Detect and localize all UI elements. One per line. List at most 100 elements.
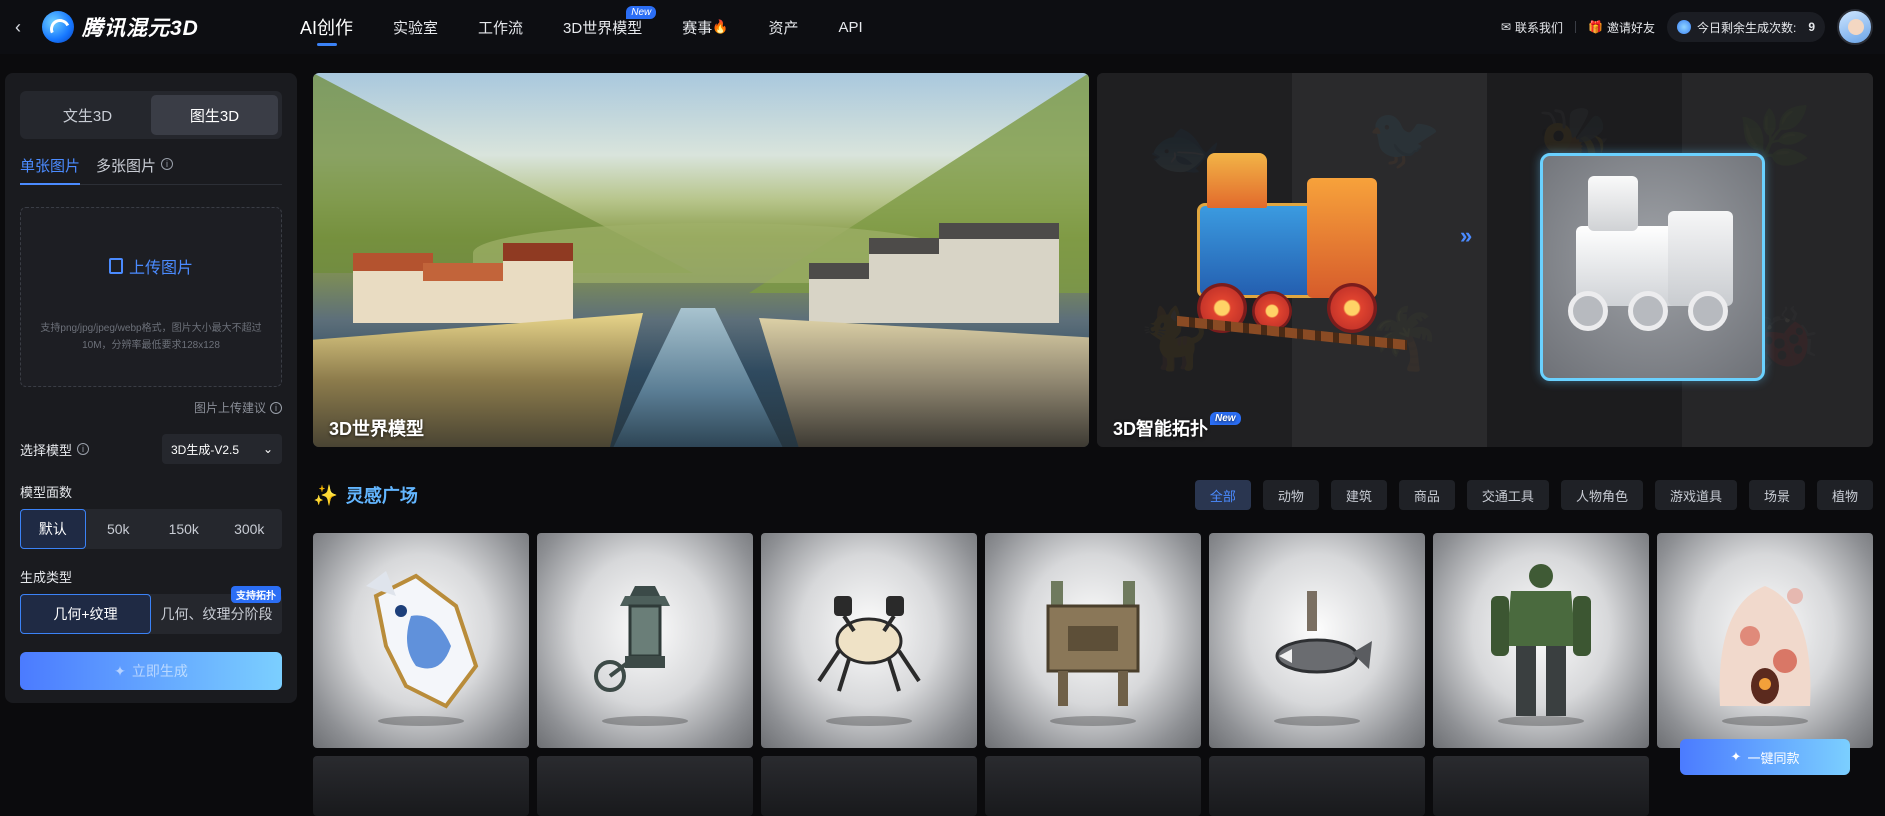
gallery-card-shell-house[interactable] <box>1657 533 1873 748</box>
faces-option-50k[interactable]: 50k <box>86 509 152 549</box>
gallery-card-bronze-ding[interactable] <box>985 533 1201 748</box>
gray-train-model <box>1558 176 1748 356</box>
gallery-card[interactable] <box>985 756 1201 816</box>
nav-item-assets[interactable]: 资产 <box>768 0 798 54</box>
banner-title-text: 3D智能拓扑 <box>1113 419 1209 439</box>
credits-label: 今日剩余生成次数: <box>1696 20 1797 35</box>
image-upload-dropzone[interactable]: 上传图片 支持png/jpg/jpeg/webp格式，图片大小最大不超过10M，… <box>20 207 282 387</box>
sparkle-icon: ✦ <box>114 662 126 679</box>
gift-icon: 🎁 <box>1588 20 1603 34</box>
nav-item-ai-create[interactable]: AI创作 <box>300 0 353 54</box>
banner-3d-smart-topology[interactable]: 🐟 🐦 🐝 🌿 🐈 🌴 🐞 » 3D智能拓扑New <box>1097 73 1873 447</box>
filter-vehicles[interactable]: 交通工具 <box>1466 480 1549 510</box>
filter-plants[interactable]: 植物 <box>1816 480 1873 510</box>
one-click-label: 一键同款 <box>1747 750 1800 766</box>
double-chevron-right-icon: » <box>1460 223 1473 248</box>
generate-button[interactable]: ✦ 立即生成 <box>20 652 282 690</box>
nav-label: 实验室 <box>393 19 439 37</box>
nav-item-api[interactable]: API <box>838 0 862 54</box>
tab-text-to-3d[interactable]: 文生3D <box>24 95 151 135</box>
main-nav: AI创作 实验室 工作流 3D世界模型 New 赛事 🔥 资产 API <box>300 0 903 54</box>
porcelain-horse-model <box>366 570 479 709</box>
top-bar: ‹ 腾讯混元3D AI创作 实验室 工作流 3D世界模型 New 赛事 🔥 资产 A… <box>0 0 1885 54</box>
mail-icon: ✉ <box>1500 20 1511 34</box>
model-value: 3D生成-V2.5 <box>171 442 240 457</box>
filter-animals[interactable]: 动物 <box>1262 480 1319 510</box>
inspiration-title: 灵感广场 <box>345 486 418 506</box>
banner-title: 3D智能拓扑New <box>1113 412 1241 441</box>
gallery-card[interactable] <box>1209 756 1425 816</box>
gallery-card[interactable] <box>313 756 529 816</box>
model-select[interactable]: 3D生成-V2.5 ⌄ <box>162 434 282 464</box>
nav-item-lab[interactable]: 实验室 <box>393 0 438 54</box>
logo-icon <box>42 11 74 43</box>
one-click-same-style-button[interactable]: ✦ 一键同款 <box>1680 739 1850 775</box>
nav-label: 赛事 <box>682 19 713 37</box>
faces-option-150k[interactable]: 150k <box>151 509 217 549</box>
gallery-card-lantern-cart[interactable] <box>537 533 753 748</box>
faces-options: 默认 50k 150k 300k <box>20 509 282 549</box>
gallery-card[interactable] <box>761 756 977 816</box>
inspiration-header: ✨ 灵感广场 全部 动物 建筑 商品 交通工具 人物角色 游戏道具 场景 植物 <box>313 478 1873 512</box>
gallery-card-mech-fish[interactable] <box>1209 533 1425 748</box>
faces-option-300k[interactable]: 300k <box>217 509 283 549</box>
filter-all[interactable]: 全部 <box>1194 480 1251 510</box>
logo-text: 腾讯混元3D <box>82 17 199 40</box>
upload-tips-link[interactable]: 图片上传建议 i <box>20 399 282 416</box>
gen-type-geometry-texture[interactable]: 几何+纹理 <box>20 594 151 634</box>
tab-single-image[interactable]: 单张图片 <box>20 155 81 185</box>
gallery-card-porcelain-horse[interactable] <box>313 533 529 748</box>
filter-characters[interactable]: 人物角色 <box>1560 480 1643 510</box>
upload-hint: 支持png/jpg/jpeg/webp格式，图片大小最大不超过10M，分辨率最低… <box>40 323 262 351</box>
gallery-card[interactable] <box>1433 756 1649 816</box>
upload-tip-label: 图片上传建议 <box>193 401 266 415</box>
upload-icon <box>108 258 123 274</box>
village-houses-right <box>809 203 1059 323</box>
faces-label: 模型面数 <box>20 485 73 500</box>
mech-fish-model <box>1275 590 1372 673</box>
generation-sidebar: 文生3D 图生3D 单张图片 多张图片 i 上传图片 支持png/jpg/jpeg… <box>5 73 297 703</box>
nav-label: API <box>838 18 863 36</box>
gallery-card-armored-giant[interactable] <box>1433 533 1649 748</box>
sparkle-icon: ✦ <box>1730 749 1742 764</box>
avatar[interactable] <box>1837 9 1873 45</box>
tab-multi-image[interactable]: 多张图片 i <box>96 155 174 184</box>
generate-label: 立即生成 <box>131 663 188 679</box>
nav-item-workflow[interactable]: 工作流 <box>478 0 523 54</box>
nav-label: 资产 <box>768 19 799 37</box>
filter-scenes[interactable]: 场景 <box>1748 480 1805 510</box>
logo[interactable]: 腾讯混元3D <box>42 11 212 43</box>
credits-counter: 今日剩余生成次数: 9 <box>1666 12 1825 42</box>
gallery-card-mech-crab[interactable] <box>761 533 977 748</box>
faces-option-default[interactable]: 默认 <box>20 509 86 549</box>
contact-link[interactable]: ✉ 联系我们 <box>1501 19 1563 36</box>
model-label-text: 选择模型 <box>20 442 73 458</box>
gen-type-staged[interactable]: 几何、纹理分阶段 支持拓扑 <box>151 586 282 634</box>
sparkle-icon: ✨ <box>313 484 338 507</box>
riverbank-right <box>759 318 1089 447</box>
filter-products[interactable]: 商品 <box>1398 480 1455 510</box>
filter-architecture[interactable]: 建筑 <box>1330 480 1387 510</box>
chevron-down-icon: ⌄ <box>262 442 273 456</box>
info-icon[interactable]: i <box>77 443 90 455</box>
image-count-tabs: 单张图片 多张图片 i <box>20 155 282 185</box>
contact-label: 联系我们 <box>1514 20 1563 35</box>
banner-3d-world-model[interactable]: 3D世界模型 <box>313 73 1089 447</box>
gen-type-staged-label: 几何、纹理分阶段 <box>160 606 273 622</box>
credits-value: 9 <box>1808 20 1815 34</box>
invite-link[interactable]: 🎁 邀请好友 <box>1588 19 1655 36</box>
filter-game-props[interactable]: 游戏道具 <box>1654 480 1737 510</box>
nav-item-3d-world-model[interactable]: 3D世界模型 New <box>563 0 657 54</box>
divider <box>1575 21 1576 33</box>
model-label: 选择模型 i <box>20 440 90 459</box>
info-icon[interactable]: i <box>161 158 174 170</box>
upload-label: 上传图片 <box>128 260 193 277</box>
new-badge: New <box>626 6 657 19</box>
inspiration-gallery <box>313 533 1873 816</box>
nav-item-contest[interactable]: 赛事 🔥 <box>682 0 728 54</box>
upload-button[interactable]: 上传图片 <box>108 254 193 278</box>
tab-label: 多张图片 <box>96 158 157 175</box>
back-arrow-icon[interactable]: ‹ <box>0 0 36 54</box>
tab-image-to-3d[interactable]: 图生3D <box>151 95 278 135</box>
gallery-card[interactable] <box>537 756 753 816</box>
